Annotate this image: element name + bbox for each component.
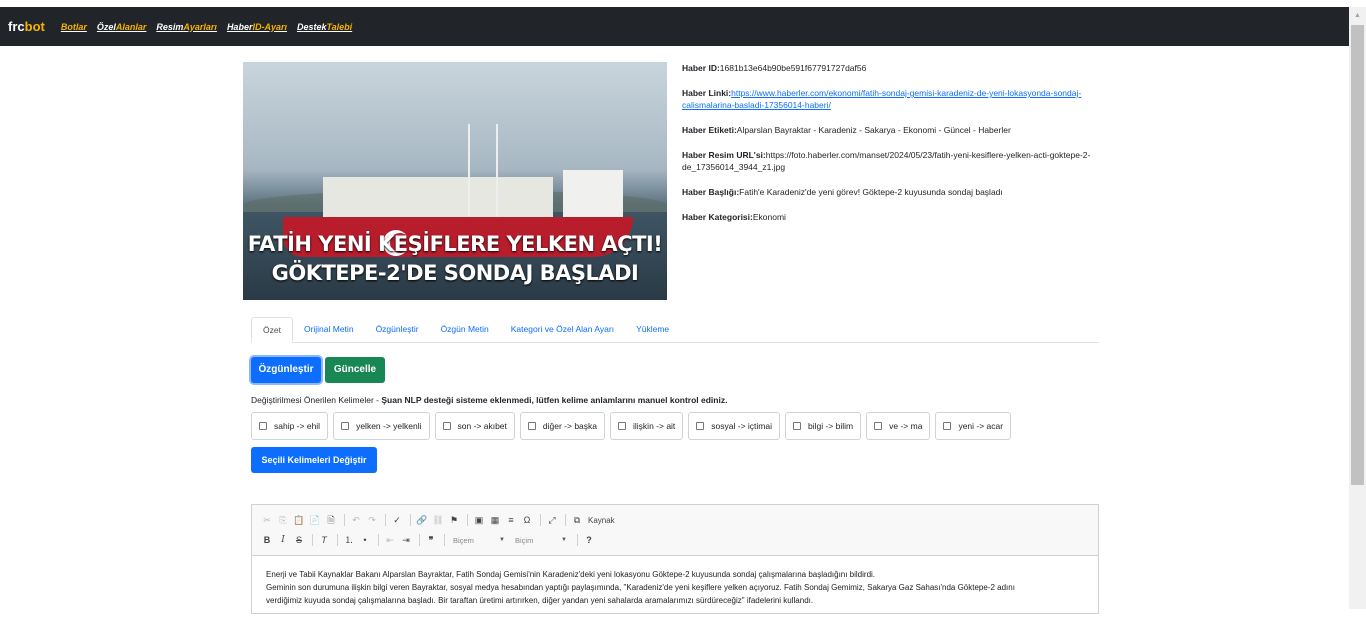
word-option[interactable]: son -> akıbet <box>434 412 515 440</box>
cut-icon[interactable]: ✂ <box>260 513 274 527</box>
word-option[interactable]: ve -> ma <box>866 412 931 440</box>
tab-yukleme[interactable]: Yükleme <box>625 317 680 343</box>
format-select[interactable]: Biçim ▼ <box>511 533 567 547</box>
word-option[interactable]: yeni -> acar <box>935 412 1012 440</box>
checkbox[interactable] <box>943 422 952 430</box>
nav-link-ozel-alanlar[interactable]: ÖzelAlanlar <box>97 22 147 32</box>
top-strip <box>0 0 1366 7</box>
guncelle-button[interactable]: Güncelle <box>325 357 385 383</box>
copy-icon[interactable]: ⎘ <box>276 513 290 527</box>
word-suggestions: sahip -> ehil yelken -> yelkenli son -> … <box>251 412 1016 440</box>
special-char-omega-icon[interactable]: Ω <box>520 513 534 527</box>
info-tags: Haber Etiketi:Alparslan Bayraktar - Kara… <box>682 125 1011 135</box>
word-option[interactable]: diğer -> başka <box>519 412 606 440</box>
rich-text-editor: ✂ ⎘ 📋 📄 🗎 ↶ ↷ ✓ 🔗 ⛓ ⚑ ▣ ▦ ≡ Ω ⤢ ⧉ Kaynak <box>251 504 1099 614</box>
tab-orijinal-metin[interactable]: Orijinal Metin <box>293 317 365 343</box>
tab-kategori[interactable]: Kategori ve Özel Alan Ayarı <box>500 317 625 343</box>
info-image-url: Haber Resim URL'si:https://foto.haberler… <box>682 150 1091 172</box>
navbar: frcbot Botlar ÖzelAlanlar ResimAyarları … <box>0 7 1349 46</box>
nav-link-haber-id-ayari[interactable]: HaberID-Ayarı <box>227 22 287 32</box>
tab-ozgunlestir[interactable]: Özgünleştir <box>365 317 430 343</box>
suggested-words-note: Değiştirilmesi Önerilen Kelimeler - Şuan… <box>251 395 728 405</box>
word-option[interactable]: yelken -> yelkenli <box>333 412 430 440</box>
source-button[interactable]: Kaynak <box>588 516 615 525</box>
style-select[interactable]: Biçem ▼ <box>449 533 505 547</box>
checkbox[interactable] <box>696 422 705 430</box>
redo-icon[interactable]: ↷ <box>365 513 379 527</box>
image-caption: FATİH YENİ KEŞİFLERE YELKEN AÇTI! GÖKTEP… <box>243 230 667 288</box>
brand-logo[interactable]: frcbot <box>8 19 45 34</box>
bold-icon[interactable]: B <box>260 533 274 547</box>
help-icon[interactable]: ? <box>582 533 596 547</box>
blockquote-icon[interactable]: ❞ <box>424 533 438 547</box>
spellcheck-icon[interactable]: ✓ <box>390 513 404 527</box>
news-image: FATİH YENİ KEŞİFLERE YELKEN AÇTI! GÖKTEP… <box>243 62 667 300</box>
paste-icon[interactable]: 📋 <box>292 513 306 527</box>
checkbox[interactable] <box>341 422 350 430</box>
word-option[interactable]: ilişkin -> ait <box>610 412 684 440</box>
maximize-icon[interactable]: ⤢ <box>545 513 559 527</box>
outdent-icon[interactable]: ⇤ <box>383 533 397 547</box>
tab-ozet[interactable]: Özet <box>251 317 293 343</box>
nav-link-resim-ayarlari[interactable]: ResimAyarları <box>156 22 217 32</box>
undo-icon[interactable]: ↶ <box>349 513 363 527</box>
caption-line-1: FATİH YENİ KEŞİFLERE YELKEN AÇTI! <box>247 232 663 256</box>
info-link: Haber Linki:https://www.haberler.com/eko… <box>682 88 1082 110</box>
remove-format-icon[interactable]: T <box>317 533 331 547</box>
news-link[interactable]: https://www.haberler.com/ekonomi/fatih-s… <box>682 88 1081 110</box>
checkbox[interactable] <box>527 422 536 430</box>
caption-line-2: GÖKTEPE-2'DE SONDAJ BAŞLADI <box>271 261 639 285</box>
strikethrough-icon[interactable]: S <box>292 533 306 547</box>
checkbox[interactable] <box>618 422 627 430</box>
info-id: Haber ID:1681b13e64b90be591f67791727daf5… <box>682 63 867 73</box>
editor-line: Geminin son durumuna ilişkin bilgi veren… <box>266 583 1015 592</box>
anchor-flag-icon[interactable]: ⚑ <box>447 513 461 527</box>
nav-link-destek-talebi[interactable]: DestekTalebi <box>297 22 352 32</box>
chevron-down-icon: ▼ <box>561 537 567 543</box>
brand-highlight: bot <box>24 19 45 34</box>
tab-ozgun-metin[interactable]: Özgün Metin <box>430 317 500 343</box>
word-option[interactable]: bilgi -> bilim <box>785 412 862 440</box>
chevron-down-icon: ▼ <box>499 537 505 543</box>
editor-toolbar: ✂ ⎘ 📋 📄 🗎 ↶ ↷ ✓ 🔗 ⛓ ⚑ ▣ ▦ ≡ Ω ⤢ ⧉ Kaynak <box>252 505 1098 556</box>
checkbox[interactable] <box>874 422 883 430</box>
editor-line: Enerji ve Tabii Kaynaklar Bakanı Alparsl… <box>266 570 876 579</box>
checkbox[interactable] <box>442 422 451 430</box>
brand-text: frc <box>8 19 25 34</box>
italic-icon[interactable]: I <box>276 533 290 547</box>
editor-line: verdiğimiz kuyuda sondaj çalışmalarına b… <box>266 596 814 605</box>
change-selected-words-button[interactable]: Seçili Kelimeleri Değiştir <box>251 447 377 473</box>
paste-word-icon[interactable]: 🗎 <box>324 513 338 527</box>
word-option[interactable]: sosyal -> içtimai <box>688 412 780 440</box>
scroll-up-arrow-icon[interactable]: ▲ <box>1349 7 1366 24</box>
editor-content[interactable]: Enerji ve Tabii Kaynaklar Bakanı Alparsl… <box>252 556 1098 619</box>
paste-text-icon[interactable]: 📄 <box>308 513 322 527</box>
unlink-icon[interactable]: ⛓ <box>431 513 445 527</box>
scrollbar-thumb[interactable] <box>1351 25 1364 485</box>
bulleted-list-icon[interactable]: • <box>358 533 372 547</box>
info-title: Haber Başlığı:Fatih'e Karadeniz'de yeni … <box>682 187 1003 197</box>
link-icon[interactable]: 🔗 <box>415 513 429 527</box>
numbered-list-icon[interactable]: ⒈ <box>342 533 356 547</box>
image-icon[interactable]: ▣ <box>472 513 486 527</box>
vertical-scrollbar[interactable]: ▲ <box>1349 7 1366 609</box>
source-icon[interactable]: ⧉ <box>570 513 584 527</box>
ozgunlestir-button[interactable]: Özgünleştir <box>251 357 321 383</box>
checkbox[interactable] <box>793 422 801 430</box>
indent-icon[interactable]: ⇥ <box>399 533 413 547</box>
tab-bar: Özet Orijinal Metin Özgünleştir Özgün Me… <box>251 317 1099 343</box>
horizontal-line-icon[interactable]: ≡ <box>504 513 518 527</box>
word-option[interactable]: sahip -> ehil <box>251 412 329 440</box>
table-icon[interactable]: ▦ <box>488 513 502 527</box>
checkbox[interactable] <box>259 422 267 430</box>
info-category: Haber Kategorisi:Ekonomi <box>682 212 786 222</box>
nav-link-botlar[interactable]: Botlar <box>61 22 87 32</box>
news-info-panel: Haber ID:1681b13e64b90be591f67791727daf5… <box>682 62 1102 236</box>
